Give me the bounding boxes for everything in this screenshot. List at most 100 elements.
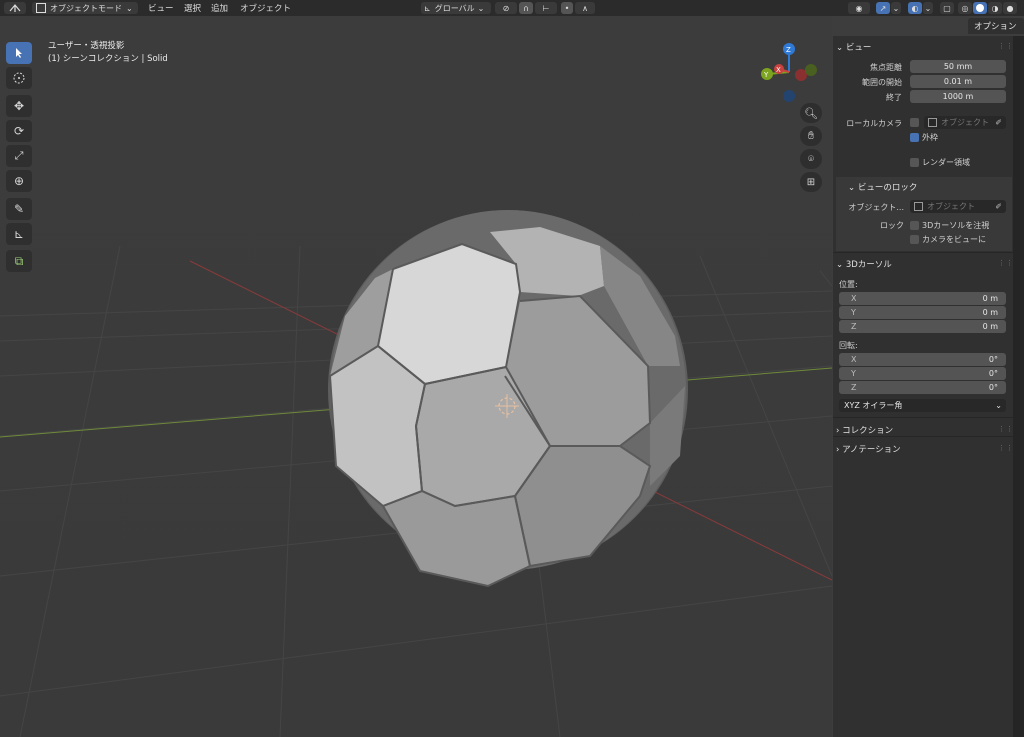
perspective-toggle-button[interactable]: ⊞ [800, 172, 822, 192]
local-camera-checkbox[interactable] [910, 118, 919, 127]
eyedropper-icon[interactable]: ✐ [995, 118, 1002, 127]
rotate-tool[interactable]: ⟳ [6, 120, 32, 142]
snap-target-button[interactable]: ⊢ [535, 2, 557, 14]
axis-label: X [851, 294, 857, 303]
transform-orientation-dropdown[interactable]: ⊾ グローバル ⌄ [421, 2, 491, 14]
panel-divider [833, 417, 1013, 418]
render-region-checkbox[interactable] [910, 158, 919, 167]
add-cube-tool[interactable]: ⧉ [6, 250, 32, 272]
cursor-rotation-z-field[interactable]: Z 0° [839, 381, 1006, 394]
shading-solid-button[interactable] [973, 2, 987, 14]
annotate-tool[interactable]: ✎ [6, 198, 32, 220]
local-camera-label: ローカルカメラ [846, 119, 902, 128]
cursor-rotation-label: 回転: [839, 341, 858, 350]
axis-gizmo-icon: Z Y X [761, 43, 817, 102]
mode-label: オブジェクトモード [50, 3, 122, 13]
lock-cursor-checkbox[interactable] [910, 221, 919, 230]
menu-object[interactable]: オブジェクト [240, 2, 291, 14]
axis-label: Z [851, 322, 857, 331]
snap-toggle[interactable]: ∩ [519, 2, 533, 14]
focal-length-label: 焦点距離 [870, 63, 902, 72]
zoom-button[interactable]: 🔍︎ [800, 103, 822, 123]
shading-rendered-button[interactable]: ● [1003, 2, 1017, 14]
focal-length-value: 50 mm [943, 62, 973, 71]
chevron-down-icon: ⌄ [836, 43, 844, 53]
falloff-button[interactable]: ∧ [575, 2, 595, 14]
cursor-rotation-x-field[interactable]: X 0° [839, 353, 1006, 366]
pivot-point-button[interactable]: ⊘ [495, 2, 517, 14]
options-tab[interactable]: オプション [968, 18, 1024, 34]
cursor-location-x-field[interactable]: X 0 m [839, 292, 1006, 305]
chevron-down-icon: ⌄ [892, 3, 900, 13]
local-camera-object-field[interactable]: オブジェクト ✐ [924, 116, 1006, 129]
add-cube-icon: ⧉ [14, 253, 24, 268]
gizmo-dropdown[interactable]: ⌄ [891, 2, 901, 14]
lock-object-field[interactable]: オブジェクト ✐ [910, 200, 1006, 213]
menu-add[interactable]: 追加 [211, 2, 228, 14]
editor-type-button[interactable] [4, 2, 26, 14]
gizmo-toggle[interactable]: ↗ [876, 2, 890, 14]
navigation-gizmo[interactable]: Z Y X [755, 42, 820, 104]
pan-button[interactable]: ✋︎ [800, 126, 822, 146]
drag-handle-icon[interactable]: ⋮⋮ [998, 259, 1014, 267]
scale-tool[interactable]: ⤢ [6, 145, 32, 167]
clip-start-value: 0.01 m [943, 77, 973, 86]
falloff-curve-icon: ∧ [582, 3, 588, 13]
local-camera-object-placeholder: オブジェクト [941, 118, 989, 127]
transform-icon: ⊕ [13, 174, 25, 188]
rendered-sphere-icon: ● [1006, 3, 1014, 13]
menu-view[interactable]: ビュー [148, 2, 174, 14]
focal-length-field[interactable]: 50 mm [910, 60, 1006, 73]
rotation-mode-dropdown[interactable]: XYZ オイラー角 ⌄ [839, 399, 1006, 412]
view-panel-header[interactable]: ⌄ ビュー [836, 41, 871, 53]
render-region-label: レンダー領域 [922, 158, 970, 167]
measure-tool[interactable]: ⊾ [6, 223, 32, 245]
overlay-dropdown[interactable]: ⌄ [923, 2, 933, 14]
panel-divider [833, 436, 1013, 437]
drag-handle-icon[interactable]: ⋮⋮ [998, 444, 1014, 452]
proportional-edit-toggle[interactable]: • [561, 2, 573, 14]
sidebar-tab-strip[interactable] [1013, 36, 1024, 737]
3d-viewport[interactable] [0, 16, 832, 737]
object-icon [914, 202, 923, 211]
collection-panel-header[interactable]: › コレクション [836, 424, 893, 436]
view-lock-header[interactable]: ⌄ ビューのロック [848, 181, 917, 193]
chevron-down-icon: ⌄ [995, 401, 1002, 410]
overlay-toggle[interactable]: ◐ [908, 2, 922, 14]
eyedropper-icon[interactable]: ✐ [995, 202, 1002, 211]
visibility-button[interactable]: ◉ [848, 2, 870, 14]
xray-toggle[interactable]: ▢ [940, 2, 954, 14]
menu-select[interactable]: 選択 [184, 2, 201, 14]
shading-material-button[interactable]: ◑ [988, 2, 1002, 14]
camera-view-button[interactable]: ⌾ [800, 149, 822, 169]
camera-to-view-checkbox[interactable] [910, 235, 919, 244]
clip-end-field[interactable]: 1000 m [910, 90, 1006, 103]
select-box-tool[interactable] [6, 42, 32, 64]
axis-label: Y [851, 369, 856, 378]
cursor-panel-header[interactable]: ⌄ 3Dカーソル [836, 258, 892, 270]
move-tool[interactable]: ✥ [6, 95, 32, 117]
chevron-down-icon: ⌄ [836, 260, 844, 270]
mode-dropdown[interactable]: オブジェクトモード ⌄ [32, 2, 138, 14]
lock-object-label: オブジェクト... [848, 203, 904, 212]
drag-handle-icon[interactable]: ⋮⋮ [998, 425, 1014, 433]
cursor-panel-title: 3Dカーソル [845, 260, 892, 270]
transform-orientation-label: グローバル [434, 3, 475, 13]
drag-handle-icon[interactable]: ⋮⋮ [998, 42, 1014, 50]
cursor-location-y-field[interactable]: Y 0 m [839, 306, 1006, 319]
shading-wireframe-button[interactable]: ◎ [958, 2, 972, 14]
viewport-scene [0, 16, 832, 737]
camera-to-view-label: カメラをビューに [922, 235, 986, 244]
cursor-tool[interactable] [6, 67, 32, 89]
clip-start-field[interactable]: 0.01 m [910, 75, 1006, 88]
snap-increment-icon: ⊢ [542, 3, 550, 13]
scene-collection-label: (1) シーンコレクション | Solid [48, 54, 168, 64]
outside-checkbox[interactable] [910, 133, 919, 142]
annotation-panel-header[interactable]: › アノテーション [836, 443, 901, 455]
transform-tool[interactable]: ⊕ [6, 170, 32, 192]
cursor-location-z-field[interactable]: Z 0 m [839, 320, 1006, 333]
cursor-rotation-y-field[interactable]: Y 0° [839, 367, 1006, 380]
eye-icon: ◉ [855, 3, 863, 13]
lock-object-placeholder: オブジェクト [927, 202, 975, 211]
clip-end-value: 1000 m [942, 92, 974, 101]
